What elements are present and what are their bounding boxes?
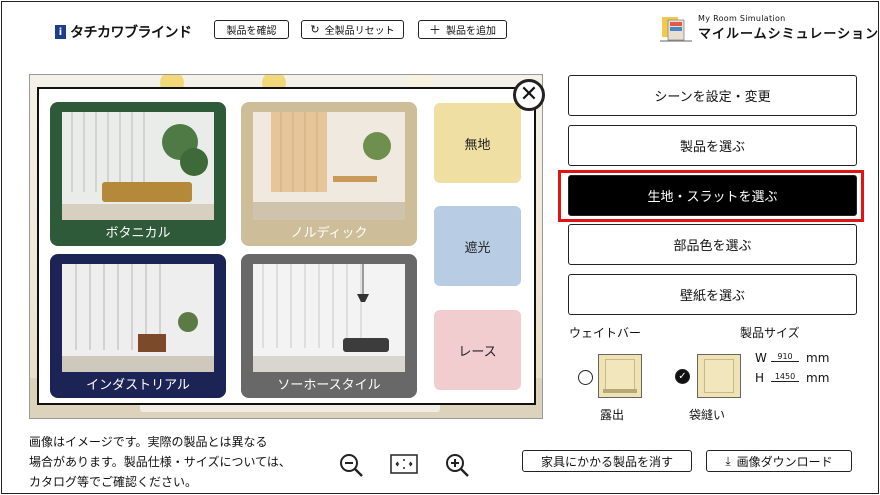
- sewn-label: 袋縫い: [689, 408, 726, 422]
- select-fabric-button[interactable]: 生地・スラットを選ぶ: [568, 175, 857, 216]
- logo-text: タチカワブラインド: [70, 25, 192, 41]
- soho-label: ソーホースタイル: [277, 378, 381, 393]
- scene-card-industrial[interactable]: インダストリアル: [50, 254, 226, 398]
- zoom-in-icon[interactable]: [444, 452, 470, 482]
- weight-bar-exposed-thumbnail[interactable]: [598, 354, 642, 398]
- add-product-label: 製品を追加: [446, 26, 496, 37]
- weight-bar-sewn-thumbnail[interactable]: [697, 354, 741, 398]
- thumbnail-bar: [603, 389, 637, 393]
- fabric-lace-label: レース: [458, 344, 497, 360]
- reset-all-label: 全製品リセット: [324, 26, 395, 37]
- hide-furniture-label: 家具にかかる製品を消す: [540, 454, 673, 469]
- fabric-plain-button[interactable]: 無地: [434, 103, 521, 183]
- disclaimer-line-1: 画像はイメージです。実際の製品とは異なる: [29, 435, 268, 449]
- scene-card-botanical[interactable]: ボタニカル: [50, 102, 226, 246]
- close-modal-button[interactable]: ✕: [513, 79, 545, 111]
- scene-card-soho[interactable]: ソーホースタイル: [241, 254, 417, 398]
- logo-mark-icon: i: [55, 25, 66, 39]
- set-scene-button[interactable]: シーンを設定・変更: [568, 75, 857, 116]
- width-unit: mm: [806, 351, 830, 365]
- thumbnail-fabric: [605, 359, 635, 393]
- botanical-photo: [62, 112, 214, 220]
- brand-subtitle: My Room Simulation: [698, 14, 786, 23]
- weight-bar-label: ウェイトバー: [569, 326, 642, 340]
- select-wallpaper-button[interactable]: 壁紙を選ぶ: [568, 274, 857, 315]
- reset-icon: ↻: [310, 23, 320, 36]
- fabric-blackout-button[interactable]: 遮光: [434, 206, 521, 286]
- hide-furniture-products-button[interactable]: 家具にかかる製品を消す: [522, 450, 692, 472]
- industrial-label: インダストリアル: [86, 378, 190, 393]
- check-icon: ✓: [678, 371, 687, 382]
- select-fabric-label: 生地・スラットを選ぶ: [647, 190, 778, 205]
- reset-all-button[interactable]: ↻ 全製品リセット: [301, 20, 404, 39]
- fit-screen-icon[interactable]: [390, 454, 418, 478]
- weight-bar-sewn-radio[interactable]: ✓: [675, 369, 690, 384]
- product-size-label: 製品サイズ: [740, 326, 800, 340]
- select-wallpaper-label: 壁紙を選ぶ: [679, 289, 745, 304]
- download-image-button[interactable]: ⤓ 画像ダウンロード: [706, 450, 852, 472]
- set-scene-label: シーンを設定・変更: [654, 90, 771, 105]
- confirm-products-button[interactable]: 製品を確認: [214, 20, 289, 39]
- width-prefix: W: [755, 351, 767, 365]
- width-value: 910: [771, 352, 799, 362]
- select-product-button[interactable]: 製品を選ぶ: [568, 125, 857, 166]
- brand-title: マイルームシミュレーション: [698, 27, 880, 42]
- download-image-label: 画像ダウンロード: [736, 454, 833, 469]
- add-product-button[interactable]: ＋ 製品を追加: [418, 20, 507, 39]
- soho-photo: [253, 264, 405, 372]
- height-unit: mm: [806, 371, 830, 385]
- thumbnail-fabric: [704, 359, 734, 393]
- exposed-label: 露出: [600, 408, 625, 422]
- select-product-label: 製品を選ぶ: [679, 140, 745, 155]
- select-parts-color-button[interactable]: 部品色を選ぶ: [568, 224, 857, 265]
- nordic-photo: [253, 112, 405, 220]
- height-prefix: H: [755, 371, 765, 385]
- logo: i タチカワブラインド: [55, 22, 192, 42]
- room-simulation-icon: [660, 14, 692, 42]
- confirm-products-label: 製品を確認: [226, 26, 277, 37]
- select-parts-color-label: 部品色を選ぶ: [673, 239, 752, 254]
- fabric-plain-label: 無地: [464, 137, 491, 153]
- botanical-label: ボタニカル: [105, 226, 171, 241]
- plus-icon: ＋: [428, 23, 441, 37]
- fabric-lace-button[interactable]: レース: [434, 310, 521, 390]
- nordic-label: ノルディック: [290, 226, 368, 241]
- disclaimer-line-2: 場合があります。製品仕様・サイズについては、: [29, 455, 291, 469]
- disclaimer-note: 画像はイメージです。実際の製品とは異なる 場合があります。製品仕様・サイズについ…: [29, 432, 291, 492]
- close-icon: ✕: [519, 82, 539, 107]
- height-value: 1450: [771, 372, 799, 382]
- fabric-blackout-label: 遮光: [464, 240, 491, 256]
- weight-bar-exposed-radio[interactable]: [578, 370, 593, 385]
- download-icon: ⤓: [725, 453, 731, 468]
- zoom-out-icon[interactable]: [338, 452, 364, 482]
- industrial-photo: [62, 264, 214, 372]
- scene-card-nordic[interactable]: ノルディック: [241, 102, 417, 246]
- disclaimer-line-3: カタログ等でご確認ください。: [29, 475, 198, 489]
- brand: My Room Simulation マイルームシミュレーション: [660, 14, 879, 42]
